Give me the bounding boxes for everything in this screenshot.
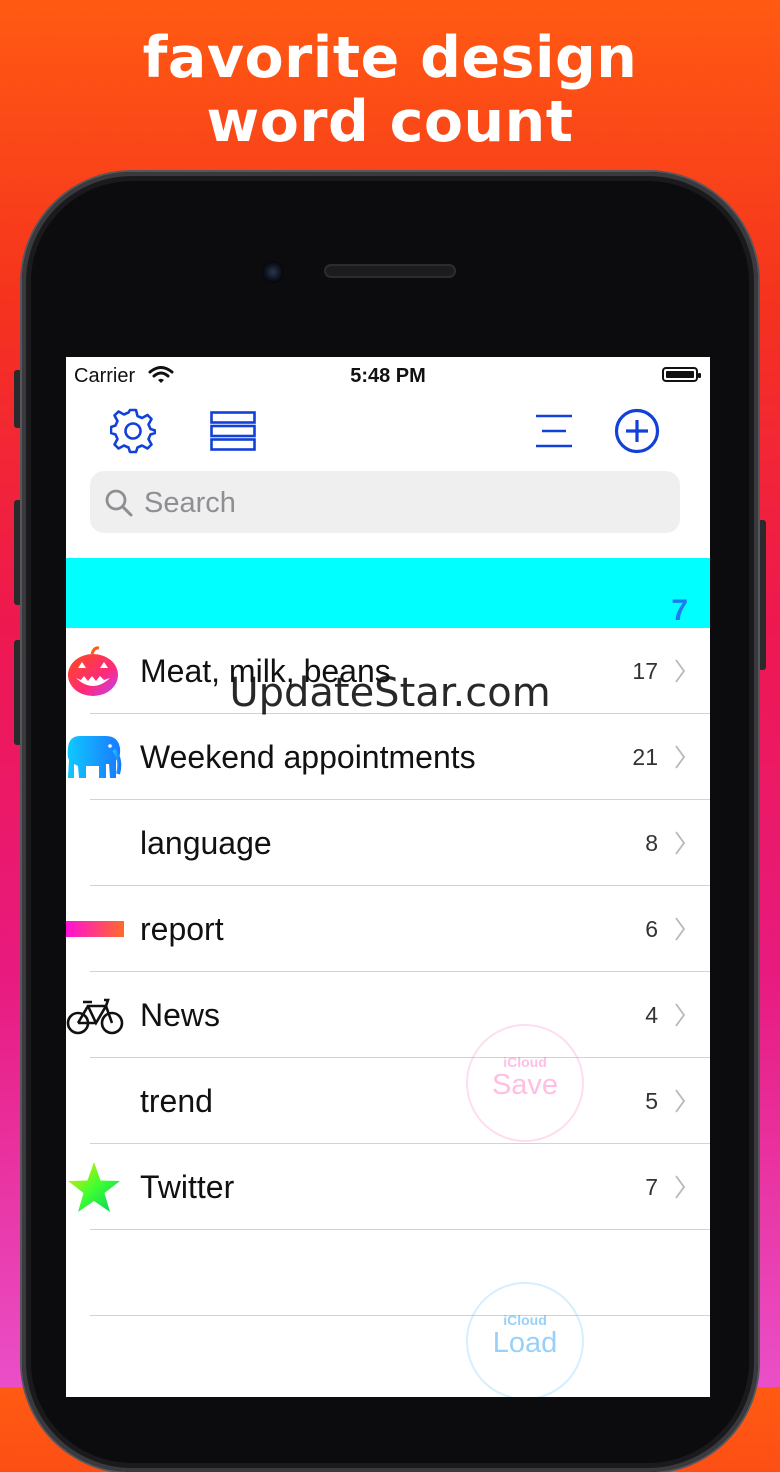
list-item-label: language [140,825,272,861]
list-item-label: Twitter [140,1169,235,1205]
list-item-count: 4 [645,1002,658,1028]
list-item-label: News [140,997,221,1033]
star-icon [68,1162,120,1212]
group-banner[interactable]: 7 [66,558,710,628]
gradient-bar-icon [66,921,124,937]
list-item-count: 6 [645,916,658,942]
icloud-save-small-label: iCloud [503,1054,547,1070]
search-input[interactable] [142,481,666,525]
chevron-right-icon [675,745,686,769]
list-item-count: 8 [645,830,658,856]
bicycle-icon [66,998,124,1035]
list-item-count: 7 [645,1174,658,1200]
clock: 5:48 PM [350,365,426,387]
promo-line-2: word count [206,89,574,155]
sort-lines-icon[interactable] [534,413,574,449]
elephant-icon [67,736,122,778]
list-item[interactable]: report 6 [66,886,710,972]
list-item[interactable]: Weekend appointments 21 [66,714,710,800]
list-item-label: Weekend appointments [140,739,476,775]
silent-switch [14,370,22,428]
chevron-right-icon [675,1003,686,1027]
row-divider [90,1315,710,1316]
chevron-right-icon [675,917,686,941]
battery-icon [662,367,701,382]
search-icon [105,489,133,517]
list-item[interactable]: News 4 [66,972,710,1058]
volume-up-button [14,500,22,605]
list-item[interactable]: trend 5 [66,1058,710,1144]
list-item-count: 21 [632,744,658,770]
search-bar[interactable] [90,471,680,533]
add-circle-icon[interactable] [614,408,660,454]
promo-headline: favorite design word count [0,26,780,154]
chevron-right-icon [675,831,686,855]
watermark: UpdateStar.com [229,670,551,716]
icloud-load-label: Load [492,1327,558,1359]
icloud-load-button[interactable]: iCloud Load [466,1282,584,1397]
banner-count: 7 [671,594,688,627]
chevron-right-icon [675,1089,686,1113]
status-bar: Carrier 5:48 PM [66,357,710,397]
promo-line-1: favorite design [142,25,638,91]
list-item[interactable]: Twitter 7 [66,1144,710,1230]
list-item-label: report [140,911,224,947]
row-divider [90,1229,710,1230]
list-item-count: 5 [645,1088,658,1114]
icloud-save-label: Save [491,1069,559,1101]
list-layout-icon[interactable] [210,411,256,451]
icloud-save-button[interactable]: iCloud Save [466,1024,584,1142]
power-button [758,520,766,670]
list-item[interactable]: language 8 [66,800,710,886]
front-camera [262,261,284,283]
gear-icon[interactable] [110,408,156,454]
list-item-label: trend [140,1083,213,1119]
earpiece-speaker [324,264,456,278]
icloud-load-small-label: iCloud [503,1312,547,1328]
chevron-right-icon [675,1175,686,1199]
app-screen: Carrier 5:48 PM Search 7 Meat, milk, bea… [66,357,710,1397]
